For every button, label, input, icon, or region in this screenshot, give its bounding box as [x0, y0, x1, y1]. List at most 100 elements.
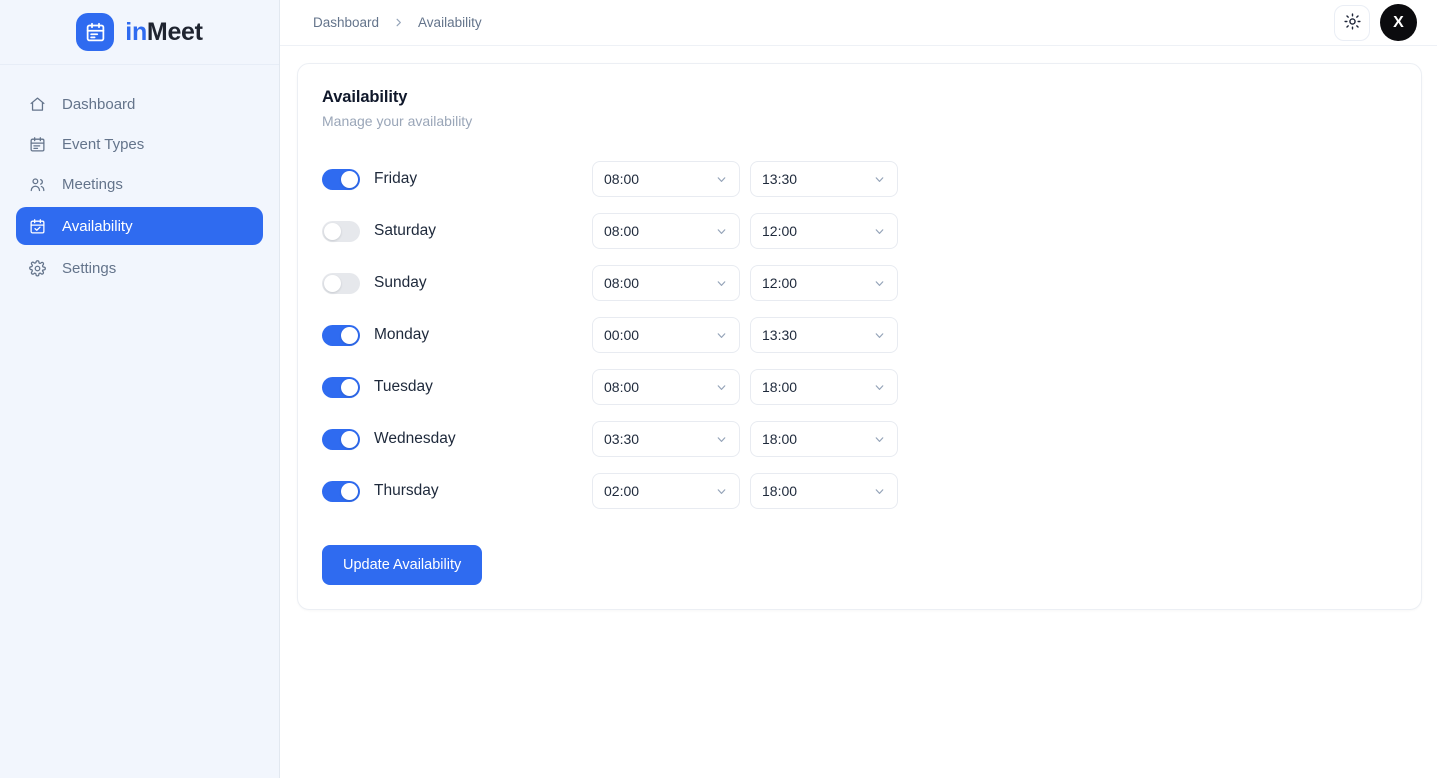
time-range-group: 08:00 12:00 — [592, 213, 898, 249]
sidebar-nav: Dashboard Event Types Meetings Availabil… — [0, 65, 279, 285]
main-area: Dashboard Availability X Availability Ma… — [280, 0, 1437, 778]
day-toggle-wednesday[interactable] — [322, 428, 360, 450]
toggle-knob — [341, 430, 358, 448]
chevron-down-icon — [873, 225, 886, 238]
chevron-down-icon — [715, 225, 728, 238]
end-time-select-friday[interactable]: 13:30 — [750, 161, 898, 197]
day-toggle-group: Wednesday — [322, 428, 592, 450]
sidebar-item-label: Event Types — [62, 135, 145, 153]
start-time-select-monday[interactable]: 00:00 — [592, 317, 740, 353]
chevron-down-icon — [873, 277, 886, 290]
start-time-value: 08:00 — [604, 275, 640, 291]
day-toggle-group: Sunday — [322, 272, 592, 294]
start-time-value: 08:00 — [604, 171, 640, 187]
toggle-knob — [341, 170, 358, 188]
chevron-down-icon — [873, 485, 886, 498]
chevron-down-icon — [715, 381, 728, 394]
end-time-select-tuesday[interactable]: 18:00 — [750, 369, 898, 405]
day-label: Wednesday — [374, 430, 456, 447]
start-time-select-sunday[interactable]: 08:00 — [592, 265, 740, 301]
time-range-group: 00:00 13:30 — [592, 317, 898, 353]
day-toggle-tuesday[interactable] — [322, 376, 360, 398]
start-time-select-tuesday[interactable]: 08:00 — [592, 369, 740, 405]
table-row: Friday 08:00 13:30 — [322, 153, 1397, 205]
day-toggle-friday[interactable] — [322, 168, 360, 190]
day-toggle-sunday[interactable] — [322, 272, 360, 294]
table-row: Thursday 02:00 18:00 — [322, 465, 1397, 517]
day-label: Friday — [374, 170, 418, 187]
table-row: Monday 00:00 13:30 — [322, 309, 1397, 361]
table-row: Saturday 08:00 12:00 — [322, 205, 1397, 257]
brand-logo-area[interactable]: inMeet — [0, 0, 279, 65]
availability-card: Availability Manage your availability Fr… — [297, 63, 1422, 610]
brand-name-prefix: in — [125, 17, 147, 46]
day-toggle-thursday[interactable] — [322, 480, 360, 502]
chevron-down-icon — [873, 433, 886, 446]
sidebar-item-event-types[interactable]: Event Types — [16, 127, 263, 161]
calendar-icon — [28, 135, 46, 153]
app-root: inMeet Dashboard Event Types Meetings Av… — [0, 0, 1437, 778]
brand-name-suffix: Meet — [146, 17, 203, 46]
users-icon — [28, 175, 46, 193]
sidebar-item-label: Dashboard — [62, 95, 136, 113]
table-row: Wednesday 03:30 18:00 — [322, 413, 1397, 465]
end-time-select-saturday[interactable]: 12:00 — [750, 213, 898, 249]
day-toggle-group: Friday — [322, 168, 592, 190]
table-row: Tuesday 08:00 18:00 — [322, 361, 1397, 413]
chevron-down-icon — [715, 329, 728, 342]
time-range-group: 08:00 18:00 — [592, 369, 898, 405]
calendar-check-icon — [28, 217, 46, 235]
end-time-select-wednesday[interactable]: 18:00 — [750, 421, 898, 457]
day-label: Monday — [374, 326, 430, 343]
end-time-value: 18:00 — [762, 379, 798, 395]
start-time-select-wednesday[interactable]: 03:30 — [592, 421, 740, 457]
end-time-select-sunday[interactable]: 12:00 — [750, 265, 898, 301]
sidebar-item-meetings[interactable]: Meetings — [16, 167, 263, 201]
time-range-group: 08:00 12:00 — [592, 265, 898, 301]
sun-icon — [1343, 12, 1361, 33]
end-time-value: 13:30 — [762, 171, 798, 187]
breadcrumb-item-dashboard[interactable]: Dashboard — [313, 15, 379, 30]
end-time-select-monday[interactable]: 13:30 — [750, 317, 898, 353]
toggle-knob — [324, 222, 341, 240]
day-toggle-group: Tuesday — [322, 376, 592, 398]
day-toggle-group: Monday — [322, 324, 592, 346]
sidebar-item-settings[interactable]: Settings — [16, 251, 263, 285]
end-time-value: 18:00 — [762, 431, 798, 447]
breadcrumb-item-availability[interactable]: Availability — [418, 15, 482, 30]
sidebar-item-label: Settings — [62, 259, 117, 277]
start-time-select-friday[interactable]: 08:00 — [592, 161, 740, 197]
time-range-group: 03:30 18:00 — [592, 421, 898, 457]
start-time-select-saturday[interactable]: 08:00 — [592, 213, 740, 249]
page-title: Availability — [322, 88, 408, 106]
start-time-value: 08:00 — [604, 379, 640, 395]
chevron-down-icon — [715, 485, 728, 498]
day-toggle-group: Saturday — [322, 220, 592, 242]
day-toggle-monday[interactable] — [322, 324, 360, 346]
end-time-select-thursday[interactable]: 18:00 — [750, 473, 898, 509]
toggle-knob — [341, 482, 358, 500]
sidebar-item-dashboard[interactable]: Dashboard — [16, 87, 263, 121]
day-toggle-saturday[interactable] — [322, 220, 360, 242]
sidebar-item-label: Meetings — [62, 175, 123, 193]
sidebar-item-availability[interactable]: Availability — [16, 207, 263, 245]
day-toggle-group: Thursday — [322, 480, 592, 502]
end-time-value: 18:00 — [762, 483, 798, 499]
start-time-select-thursday[interactable]: 02:00 — [592, 473, 740, 509]
page-subtitle: Manage your availability — [322, 113, 473, 129]
sidebar-item-label: Availability — [62, 217, 133, 235]
time-range-group: 02:00 18:00 — [592, 473, 898, 509]
avatar[interactable]: X — [1380, 4, 1417, 41]
brand-name: inMeet — [125, 17, 203, 46]
end-time-value: 13:30 — [762, 327, 798, 343]
day-label: Saturday — [374, 222, 437, 239]
theme-toggle-button[interactable] — [1334, 4, 1370, 41]
breadcrumb: Dashboard Availability — [313, 15, 482, 30]
calendar-icon — [76, 13, 115, 51]
chevron-right-icon — [393, 17, 404, 28]
chevron-down-icon — [873, 381, 886, 394]
gear-icon — [28, 259, 46, 277]
update-availability-button[interactable]: Update Availability — [322, 545, 483, 585]
day-label: Thursday — [374, 482, 439, 499]
toggle-knob — [341, 378, 358, 396]
